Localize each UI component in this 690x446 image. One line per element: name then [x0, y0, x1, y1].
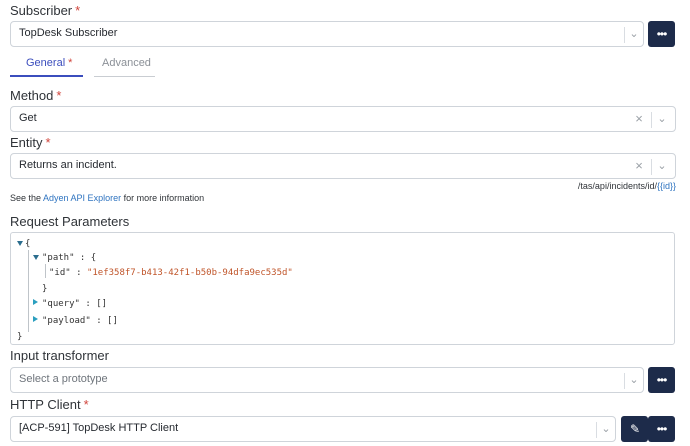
expand-toggle-icon[interactable] [33, 316, 38, 322]
method-value: Get [19, 112, 37, 124]
pencil-icon: ✎ [629, 422, 640, 436]
http-client-label: HTTP Client * [10, 397, 89, 412]
chevron-down-icon[interactable]: ⌄ [599, 420, 613, 438]
collapse-toggle-icon[interactable] [17, 241, 23, 246]
collapse-toggle-icon[interactable] [33, 255, 39, 260]
request-parameters-editor[interactable]: { "path" : { "id" : "1ef358f7-b413-42f1-… [10, 232, 675, 345]
query-line: "query" : [] [42, 299, 108, 309]
payload-line: "payload" : [] [42, 316, 118, 326]
expand-toggle-icon[interactable] [33, 299, 38, 305]
select-separator [651, 159, 652, 175]
select-separator [624, 373, 625, 389]
entity-select[interactable]: Returns an incident. × ⌄ [10, 153, 676, 179]
more-horizontal-icon: ••• [656, 27, 668, 41]
http-client-edit-button[interactable]: ✎ [621, 416, 648, 442]
entity-value: Returns an incident. [19, 159, 117, 171]
chevron-down-icon[interactable]: ⌄ [655, 110, 669, 128]
adyen-api-explorer-link[interactable]: Adyen API Explorer [43, 193, 121, 203]
subscriber-value: TopDesk Subscriber [19, 27, 118, 39]
tab-general[interactable]: General * [26, 57, 72, 77]
input-transformer-label: Input transformer [10, 348, 109, 363]
indent-guide [45, 264, 46, 278]
request-parameters-label: Request Parameters [10, 214, 130, 229]
id-line: "id" : "1ef358f7-b413-42f1-b50b-94dfa9ec… [49, 268, 293, 278]
method-select[interactable]: Get × ⌄ [10, 106, 676, 132]
endpoint-path: /tas/api/incidents/id/{{id}} [577, 181, 676, 191]
input-transformer-placeholder: Select a prototype [19, 373, 108, 385]
close-icon[interactable]: × [632, 110, 646, 128]
select-separator [624, 27, 625, 43]
path-line: "path" : { [42, 253, 97, 263]
tab-advanced-underline [94, 76, 155, 77]
chevron-down-icon[interactable]: ⌄ [627, 25, 641, 43]
path-close-brace: } [42, 284, 48, 294]
root-open-brace: { [25, 239, 31, 249]
tab-advanced[interactable]: Advanced [102, 57, 151, 77]
root-close-brace: } [17, 332, 23, 342]
indent-guide [28, 250, 29, 332]
subscriber-select[interactable]: TopDesk Subscriber ⌄ [10, 21, 644, 47]
select-separator [596, 422, 597, 438]
subscriber-more-button[interactable]: ••• [648, 21, 675, 47]
more-horizontal-icon: ••• [656, 422, 668, 436]
input-transformer-more-button[interactable]: ••• [648, 367, 675, 393]
tab-general-underline [10, 75, 83, 77]
entity-label: Entity * [10, 135, 51, 150]
close-icon[interactable]: × [632, 157, 646, 175]
api-info-text: See the Adyen API Explorer for more info… [10, 193, 205, 203]
input-transformer-select[interactable]: Select a prototype ⌄ [10, 367, 644, 393]
subscriber-label: Subscriber * [10, 3, 81, 18]
method-label: Method * [10, 88, 62, 103]
http-client-more-button[interactable]: ••• [648, 416, 675, 442]
more-horizontal-icon: ••• [656, 373, 668, 387]
chevron-down-icon[interactable]: ⌄ [655, 157, 669, 175]
http-client-select[interactable]: [ACP-591] TopDesk HTTP Client ⌄ [10, 416, 616, 442]
chevron-down-icon[interactable]: ⌄ [627, 371, 641, 389]
select-separator [651, 112, 652, 128]
http-client-value: [ACP-591] TopDesk HTTP Client [19, 422, 179, 434]
